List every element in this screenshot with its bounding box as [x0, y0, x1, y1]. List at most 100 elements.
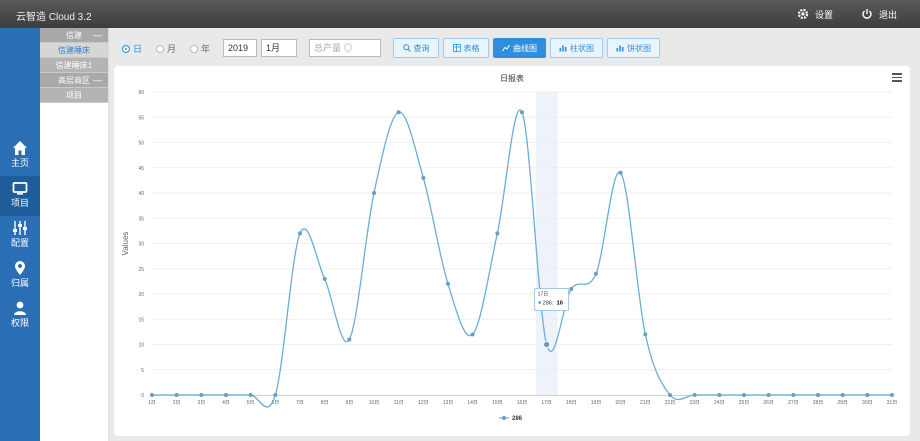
x-tick-label: 2日 — [173, 400, 181, 406]
tree-item-xinjian[interactable]: 信建 — — [40, 28, 108, 43]
radio-day[interactable]: 日 — [122, 42, 142, 55]
data-point[interactable] — [668, 393, 672, 397]
nav-item-home[interactable]: 主页 — [0, 136, 40, 176]
radio-label: 月 — [167, 44, 177, 54]
data-point[interactable] — [199, 393, 204, 397]
data-point[interactable] — [865, 393, 870, 397]
y-tick-label: 50 — [138, 141, 144, 147]
pie-chart-icon — [616, 45, 624, 52]
data-point[interactable] — [421, 175, 426, 180]
line-chart-button[interactable]: 曲线图 — [493, 38, 546, 58]
series-line — [152, 109, 892, 408]
x-tick-label: 11日 — [394, 400, 404, 406]
data-point[interactable] — [396, 110, 401, 115]
query-label: 查询 — [413, 43, 430, 53]
data-point[interactable] — [224, 393, 228, 397]
user-icon — [14, 301, 26, 315]
gear-icon — [797, 8, 809, 20]
data-point[interactable] — [840, 393, 845, 397]
x-tick-label: 17日 — [541, 400, 552, 406]
settings-label: 设置 — [815, 9, 834, 20]
data-point[interactable] — [298, 231, 302, 236]
x-tick-label: 13日 — [443, 400, 454, 406]
data-point[interactable] — [618, 170, 623, 175]
x-tick-label: 4日 — [222, 400, 230, 406]
line-chart-label: 曲线图 — [513, 43, 537, 53]
data-point[interactable] — [174, 393, 179, 397]
data-point[interactable] — [322, 276, 327, 281]
line-chart-icon — [502, 44, 510, 52]
nav-item-project[interactable]: 项目 — [0, 176, 40, 216]
radio-label: 年 — [201, 44, 211, 54]
tree-item-xinjian-bed[interactable]: 信建睡床 — [40, 43, 108, 58]
data-point[interactable] — [520, 110, 524, 115]
tree-item-label: 高层商区 — [58, 76, 90, 85]
data-point[interactable] — [742, 393, 746, 397]
nav-item-permission[interactable]: 权限 — [0, 296, 40, 336]
x-tick-label: 30日 — [862, 400, 873, 406]
data-point[interactable] — [791, 393, 796, 397]
data-point[interactable] — [692, 393, 697, 397]
table-label: 表格 — [463, 43, 480, 53]
data-point[interactable] — [150, 393, 154, 397]
tooltip: 17日 286: 10 — [534, 288, 570, 311]
data-point[interactable] — [273, 393, 278, 397]
data-point[interactable] — [248, 393, 253, 397]
y-tick-label: 10 — [138, 343, 144, 349]
radio-dot-icon — [190, 44, 198, 53]
query-button[interactable]: 查询 — [393, 38, 439, 58]
radio-dot-icon — [122, 44, 130, 53]
data-point[interactable] — [347, 337, 352, 342]
data-point[interactable] — [890, 393, 894, 397]
home-icon — [13, 141, 27, 155]
data-point[interactable] — [717, 393, 722, 397]
pie-chart-button[interactable]: 饼状图 — [607, 38, 660, 58]
nav-label-home: 主页 — [10, 158, 29, 168]
x-tick-label: 1日 — [148, 400, 156, 406]
power-icon — [862, 9, 872, 19]
chart-panel: 0 5 10 15 20 25 30 35 40 45 50 55 60 1日 2日 3日 4日 5日 6日 7日 8日… — [114, 66, 910, 436]
radio-year[interactable]: 年 — [190, 42, 210, 55]
logout-label: 退出 — [879, 9, 898, 20]
collapse-toggle-icon[interactable]: — — [93, 28, 102, 43]
year-input[interactable]: 2019 — [223, 39, 257, 57]
data-point[interactable] — [569, 286, 574, 291]
settings-button[interactable]: 设置 — [797, 6, 833, 22]
data-point[interactable] — [470, 332, 475, 337]
table-button[interactable]: 表格 — [443, 38, 489, 58]
data-point[interactable] — [643, 332, 648, 337]
data-point[interactable] — [372, 191, 376, 195]
data-point[interactable] — [816, 393, 820, 397]
month-select[interactable]: 1月 — [261, 39, 297, 57]
x-tick-label: 27日 — [788, 400, 799, 406]
x-tick-label: 26日 — [763, 400, 774, 406]
app-title: 云智造 Cloud 3.2 — [16, 12, 92, 23]
tree-item-xinjian-bed-1[interactable]: 信建睡床1 — [40, 58, 108, 73]
x-tick-label: 15日 — [492, 400, 503, 406]
legend-label[interactable]: 286 — [512, 416, 523, 422]
tree-item-label: 信建睡床 — [58, 46, 90, 55]
nav-item-config[interactable]: 配置 — [0, 216, 40, 256]
data-point[interactable] — [495, 231, 500, 236]
x-tick-label: 21日 — [640, 400, 651, 406]
tree-item-high-rise[interactable]: 高层商区 — — [40, 73, 108, 88]
y-tick-label: 55 — [138, 115, 144, 121]
radio-month[interactable]: 月 — [156, 42, 176, 55]
nav-label-location: 归属 — [10, 278, 29, 288]
data-point[interactable] — [446, 281, 450, 286]
search-icon — [402, 44, 411, 52]
data-point[interactable] — [542, 340, 551, 349]
bar-chart-button[interactable]: 柱状图 — [550, 38, 603, 58]
tree-item-label: 项目 — [66, 91, 82, 100]
chart-menu-icon[interactable] — [892, 73, 902, 84]
collapse-toggle-icon[interactable]: — — [93, 73, 102, 88]
logout-button[interactable]: 退出 — [861, 6, 897, 22]
nav-item-location[interactable]: 归属 — [0, 256, 40, 296]
x-tick-label: 19日 — [591, 400, 602, 406]
data-point[interactable] — [766, 393, 771, 397]
data-point[interactable] — [594, 271, 598, 276]
tree-item-project[interactable]: 项目 — [40, 88, 108, 103]
x-tick-label: 29日 — [837, 400, 848, 406]
total-output-input[interactable]: 总产量 ◎ — [309, 39, 381, 57]
y-tick-label: 0 — [141, 393, 144, 399]
